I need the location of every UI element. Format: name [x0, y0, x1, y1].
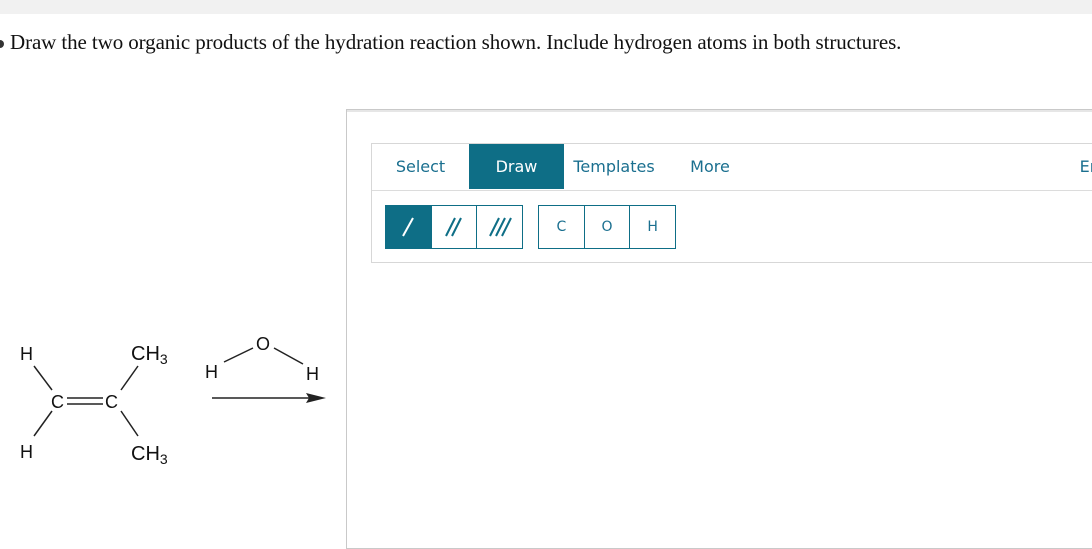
reactant-h-bottom: H [20, 442, 33, 462]
double-bond-icon [445, 217, 462, 237]
tab-templates[interactable]: Templates [564, 144, 664, 189]
reactant-h-top: H [20, 344, 33, 364]
tab-more[interactable]: More [680, 144, 740, 189]
tab-erase[interactable]: Er [1073, 144, 1092, 189]
atom-button-c[interactable]: C [539, 206, 584, 248]
single-bond-button[interactable] [386, 206, 431, 248]
triple-bond-icon [488, 217, 512, 237]
water-h-right: H [306, 364, 319, 384]
reactant-ch3-top: CH3 [131, 343, 168, 367]
reagent-water: O H H [205, 334, 319, 384]
tab-row: Select Draw Templates More Er [372, 144, 1092, 191]
editor-toolbar: Select Draw Templates More Er [371, 143, 1092, 263]
reactant-c-left: C [51, 392, 64, 412]
editor-top-border [347, 110, 1092, 112]
reactant-c-right: C [105, 392, 118, 412]
atom-tool-group: C O H [538, 205, 676, 249]
double-bond-button[interactable] [430, 206, 477, 248]
bond-tool-group [385, 205, 523, 249]
reaction-arrow [212, 393, 326, 403]
tab-select[interactable]: Select [372, 144, 469, 189]
atom-button-o[interactable]: O [583, 206, 630, 248]
water-h-left: H [205, 362, 218, 382]
question-text: Draw the two organic products of the hyd… [10, 30, 902, 54]
question-bullet [0, 40, 4, 48]
single-bond-icon [402, 217, 415, 237]
atom-button-h[interactable]: H [629, 206, 675, 248]
reaction-scheme: H H C C CH3 CH3 O H H [20, 334, 326, 467]
reactant-structure: H H C C CH3 CH3 [20, 343, 168, 467]
top-strip [0, 0, 1092, 14]
reactant-ch3-bottom: CH3 [131, 443, 168, 467]
triple-bond-button[interactable] [476, 206, 522, 248]
tab-draw[interactable]: Draw [469, 144, 564, 189]
water-o: O [256, 334, 270, 354]
